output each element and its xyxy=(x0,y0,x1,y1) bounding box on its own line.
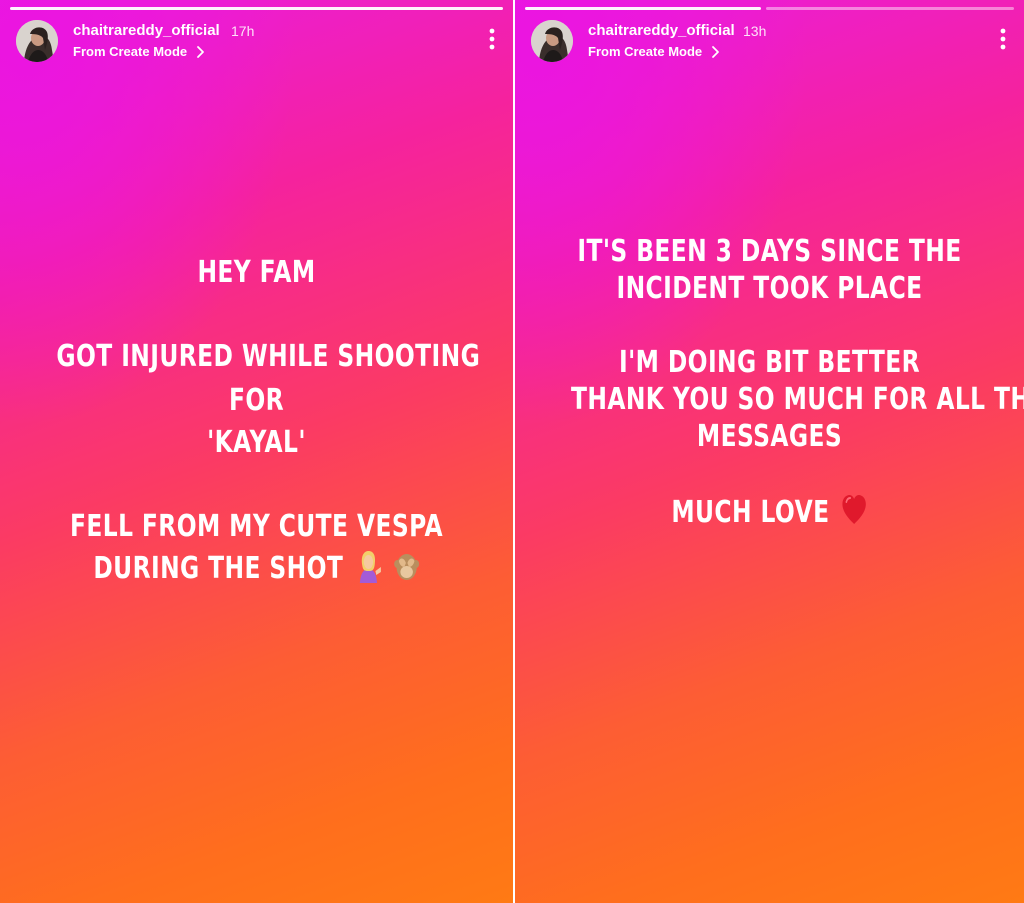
red-heart-emoji xyxy=(842,495,867,524)
more-options-icon[interactable] xyxy=(485,26,499,52)
progress-segment xyxy=(525,7,761,10)
avatar[interactable] xyxy=(16,20,58,62)
story-text-line: IT'S BEEN 3 DAYS SINCE THE xyxy=(577,234,962,269)
story-text-line: HEY FAM xyxy=(197,255,316,290)
story-text-line: I'M DOING BIT BETTER xyxy=(618,345,921,380)
avatar[interactable] xyxy=(531,20,573,62)
progress-bar xyxy=(10,7,503,10)
story-text-line-with-emoji: MUCH LOVE xyxy=(571,493,968,532)
create-mode-link[interactable]: From Create Mode xyxy=(73,44,207,59)
story-time: 13h xyxy=(743,23,767,39)
story-text-line: MESSAGES xyxy=(696,419,843,454)
progress-segment xyxy=(10,7,503,10)
create-mode-link[interactable]: From Create Mode xyxy=(588,44,722,59)
story-text-line: 'KAYAL' xyxy=(207,425,306,460)
story-panel-left[interactable]: chaitrareddy_official 17h From Create Mo… xyxy=(0,0,513,903)
story-viewer: chaitrareddy_official 17h From Create Mo… xyxy=(0,0,1024,903)
story-header: chaitrareddy_official 13h From Create Mo… xyxy=(531,20,1008,64)
more-options-icon[interactable] xyxy=(996,26,1010,52)
story-text-line: FELL FROM MY CUTE VESPA xyxy=(70,509,443,544)
story-text-segment: MUCH LOVE xyxy=(671,495,830,530)
story-panel-right[interactable]: chaitrareddy_official 13h From Create Mo… xyxy=(515,0,1024,903)
story-text-segment: DURING THE SHOT xyxy=(93,551,344,586)
username[interactable]: chaitrareddy_official xyxy=(73,22,220,39)
story-time: 17h xyxy=(231,23,255,39)
story-header: chaitrareddy_official 17h From Create Mo… xyxy=(16,20,497,64)
create-mode-label: From Create Mode xyxy=(588,44,703,59)
story-text-line: INCIDENT TOOK PLACE xyxy=(616,271,923,306)
see-no-evil-monkey-emoji xyxy=(393,554,419,580)
username[interactable]: chaitrareddy_official xyxy=(588,22,735,39)
create-mode-label: From Create Mode xyxy=(73,44,188,59)
story-text-line-with-emoji: DURING THE SHOT xyxy=(56,549,456,588)
chevron-right-icon xyxy=(712,45,720,58)
story-text-line: FOR xyxy=(228,383,285,418)
progress-segment xyxy=(766,7,1014,10)
woman-tipping-hand-emoji xyxy=(359,551,381,583)
progress-bar xyxy=(525,7,1014,10)
story-text-line: GOT INJURED WHILE SHOOTING xyxy=(56,339,481,374)
chevron-right-icon xyxy=(197,45,205,58)
story-text-line: THANK YOU SO MUCH FOR ALL THE xyxy=(570,382,1024,417)
